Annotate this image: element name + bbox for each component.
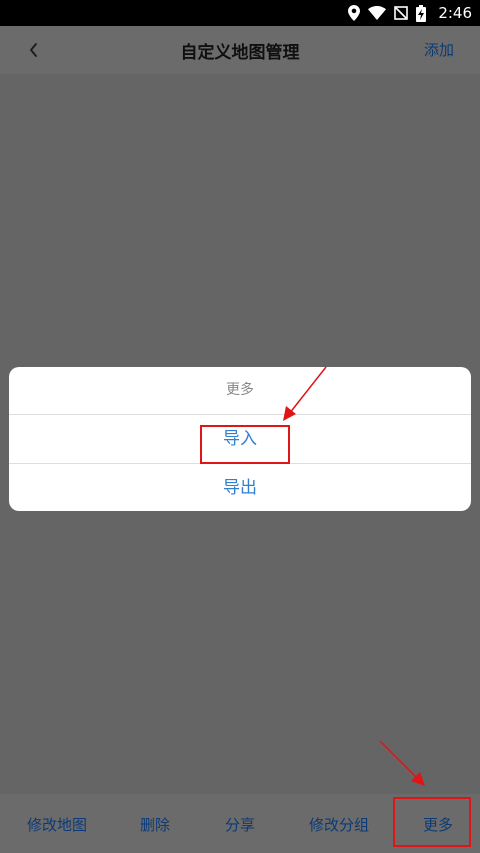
arrow-to-import <box>288 366 327 415</box>
arrow-to-more <box>379 740 419 780</box>
annotation-arrows <box>283 366 425 786</box>
